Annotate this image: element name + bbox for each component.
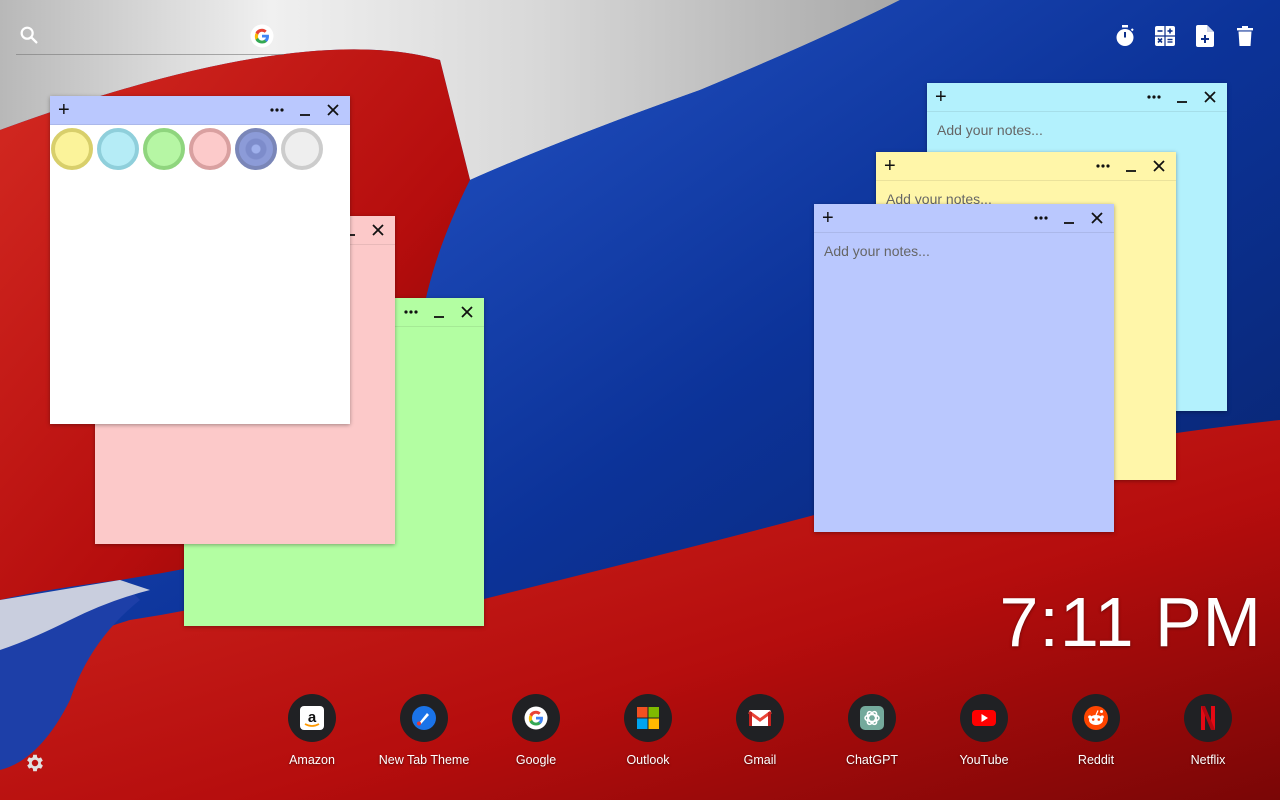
google-icon bbox=[512, 694, 560, 742]
shortcut-new-tab-theme[interactable]: New Tab Theme bbox=[368, 694, 480, 767]
shortcut-bar: a Amazon New Tab Theme Google Outlook Gm… bbox=[256, 694, 1264, 767]
minimize-icon[interactable] bbox=[296, 100, 314, 120]
shortcut-label: Google bbox=[515, 753, 557, 767]
note-header: + bbox=[927, 83, 1227, 112]
color-swatch-blue-selected[interactable] bbox=[235, 128, 277, 170]
more-icon[interactable] bbox=[1145, 87, 1163, 107]
timer-icon[interactable] bbox=[1114, 24, 1136, 48]
color-swatch-cyan[interactable] bbox=[97, 128, 139, 170]
close-icon[interactable] bbox=[1150, 156, 1168, 176]
search-icon[interactable] bbox=[18, 24, 40, 51]
color-swatch-gray[interactable] bbox=[281, 128, 323, 170]
note-white[interactable]: + bbox=[50, 96, 350, 424]
note-text[interactable]: Add your notes... bbox=[814, 233, 1114, 269]
new-note-icon[interactable]: + bbox=[935, 87, 947, 107]
reddit-icon bbox=[1072, 694, 1120, 742]
shortcut-label: Amazon bbox=[289, 753, 335, 767]
shortcut-label: Gmail bbox=[743, 753, 777, 767]
shortcut-gmail[interactable]: Gmail bbox=[704, 694, 816, 767]
note-header: + bbox=[814, 204, 1114, 233]
gmail-icon bbox=[736, 694, 784, 742]
more-icon[interactable] bbox=[1032, 208, 1050, 228]
shortcut-label: Outlook bbox=[626, 753, 670, 767]
shortcut-label: YouTube bbox=[959, 753, 1009, 767]
youtube-icon bbox=[960, 694, 1008, 742]
more-icon[interactable] bbox=[1094, 156, 1112, 176]
shortcut-label: ChatGPT bbox=[845, 753, 899, 767]
color-swatch-pink[interactable] bbox=[189, 128, 231, 170]
add-note-icon[interactable] bbox=[1194, 24, 1216, 48]
minimize-icon[interactable] bbox=[1122, 156, 1140, 176]
note-blue[interactable]: + Add your notes... bbox=[814, 204, 1114, 532]
trash-icon[interactable] bbox=[1234, 24, 1256, 48]
close-icon[interactable] bbox=[458, 302, 476, 322]
minimize-icon[interactable] bbox=[1173, 87, 1191, 107]
calculator-icon[interactable] bbox=[1154, 24, 1176, 48]
amazon-icon: a bbox=[288, 694, 336, 742]
clock: 7:11 PM bbox=[999, 583, 1262, 661]
shortcut-google[interactable]: Google bbox=[480, 694, 592, 767]
more-icon[interactable] bbox=[268, 100, 286, 120]
shortcut-youtube[interactable]: YouTube bbox=[928, 694, 1040, 767]
shortcut-label: Netflix bbox=[1190, 753, 1226, 767]
minimize-icon[interactable] bbox=[1060, 208, 1078, 228]
search-bar[interactable] bbox=[16, 22, 284, 55]
chatgpt-icon bbox=[848, 694, 896, 742]
svg-text:a: a bbox=[308, 709, 317, 726]
shortcut-label: New Tab Theme bbox=[378, 753, 470, 767]
more-icon[interactable] bbox=[402, 302, 420, 322]
note-header: + bbox=[50, 96, 350, 125]
toolbar bbox=[1114, 24, 1256, 48]
color-palette bbox=[50, 125, 350, 170]
shortcut-netflix[interactable]: Netflix bbox=[1152, 694, 1264, 767]
note-text[interactable]: Add your notes... bbox=[927, 112, 1227, 148]
color-swatch-green[interactable] bbox=[143, 128, 185, 170]
shortcut-amazon[interactable]: a Amazon bbox=[256, 694, 368, 767]
close-icon[interactable] bbox=[369, 220, 387, 240]
shortcut-label: Reddit bbox=[1077, 753, 1115, 767]
outlook-icon bbox=[624, 694, 672, 742]
new-note-icon[interactable]: + bbox=[58, 100, 70, 120]
minimize-icon[interactable] bbox=[430, 302, 448, 322]
shortcut-reddit[interactable]: Reddit bbox=[1040, 694, 1152, 767]
gear-icon[interactable] bbox=[24, 752, 46, 779]
note-header: + bbox=[876, 152, 1176, 181]
close-icon[interactable] bbox=[1088, 208, 1106, 228]
close-icon[interactable] bbox=[324, 100, 342, 120]
new-note-icon[interactable]: + bbox=[822, 208, 834, 228]
new-tab-theme-icon bbox=[400, 694, 448, 742]
shortcut-chatgpt[interactable]: ChatGPT bbox=[816, 694, 928, 767]
color-swatch-yellow[interactable] bbox=[51, 128, 93, 170]
close-icon[interactable] bbox=[1201, 87, 1219, 107]
google-search-engine-icon[interactable] bbox=[250, 24, 274, 53]
search-input[interactable] bbox=[50, 24, 244, 52]
shortcut-outlook[interactable]: Outlook bbox=[592, 694, 704, 767]
new-note-icon[interactable]: + bbox=[884, 156, 896, 176]
netflix-icon bbox=[1184, 694, 1232, 742]
